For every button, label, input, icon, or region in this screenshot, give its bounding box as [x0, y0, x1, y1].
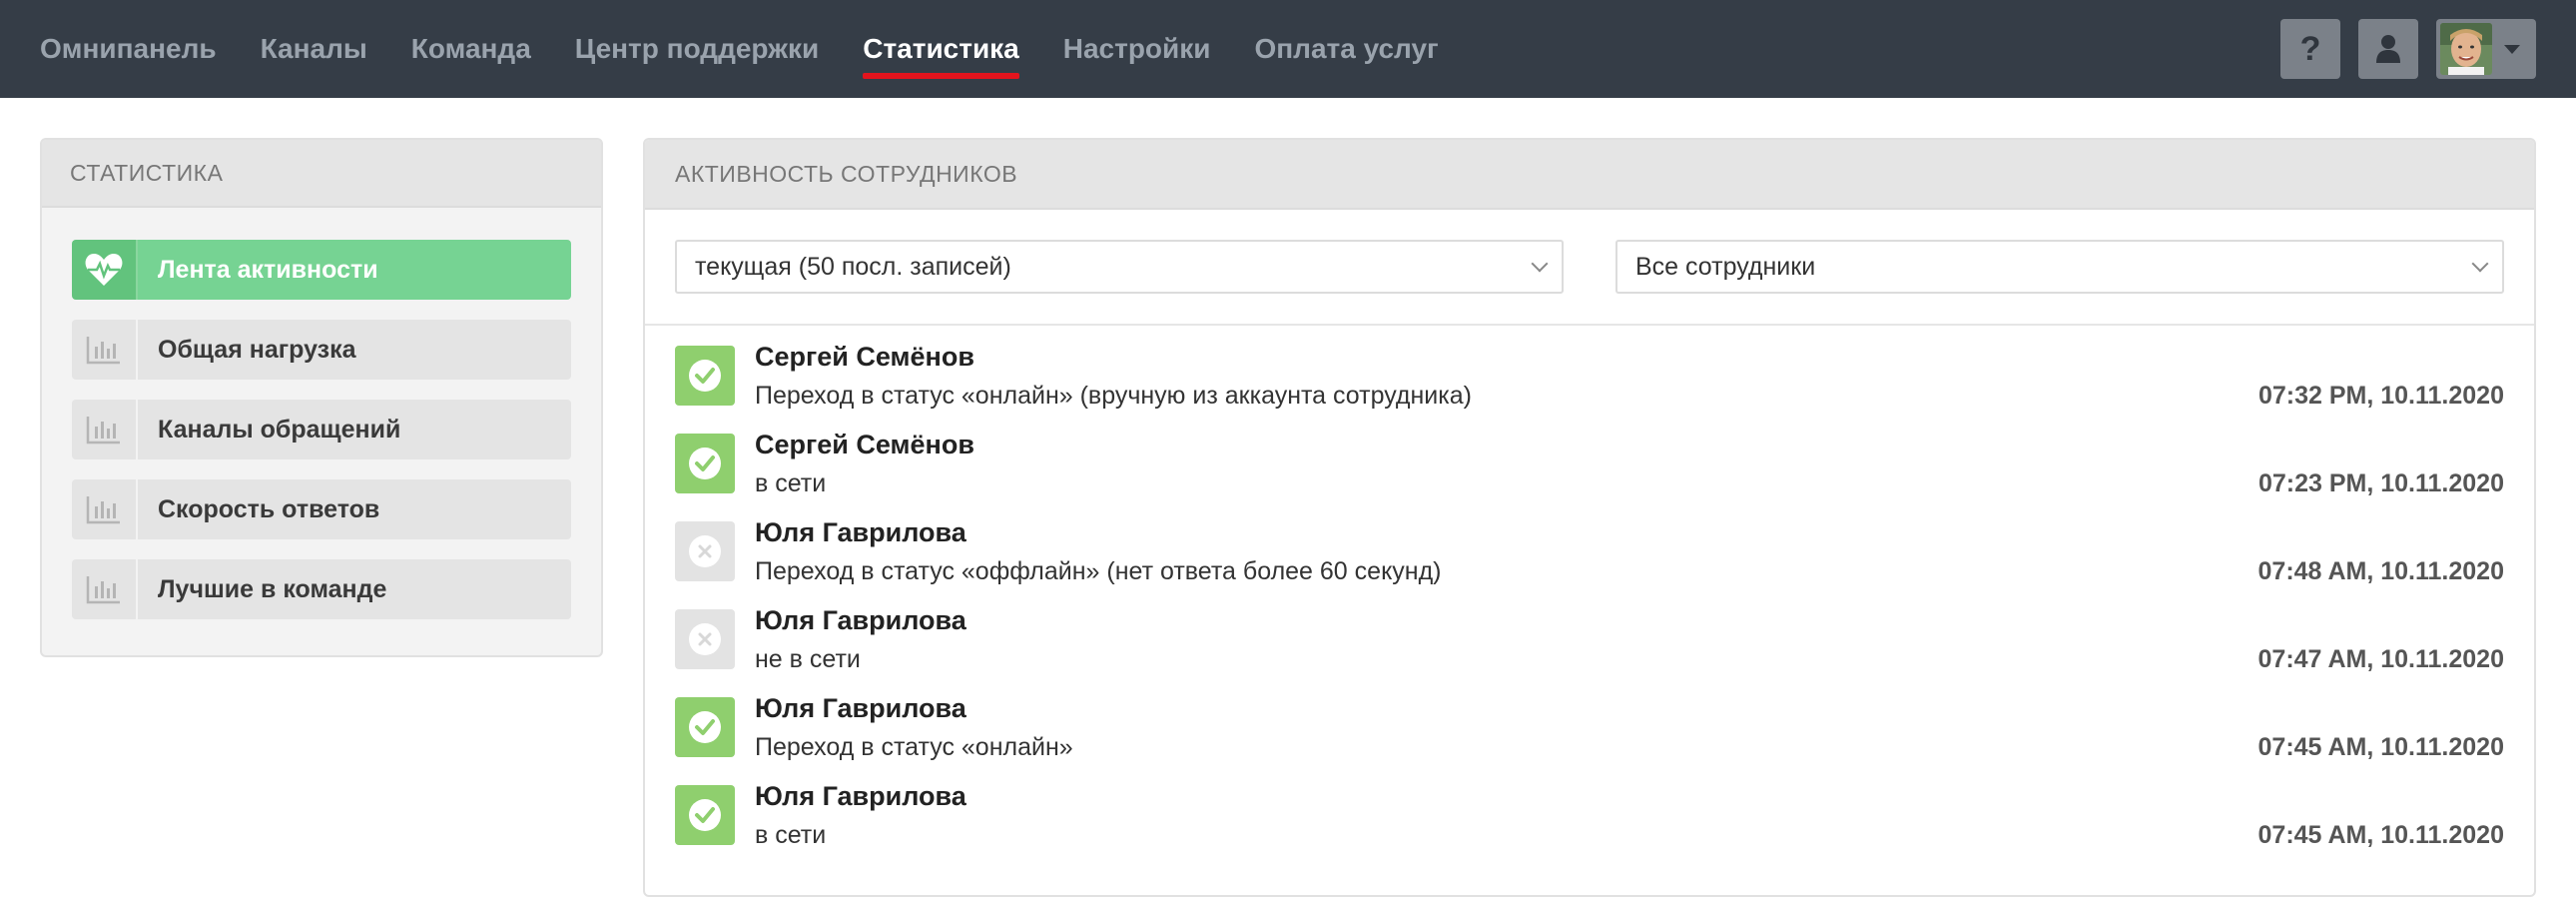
sidebar-item-label: Скорость ответов — [138, 479, 571, 539]
help-button[interactable]: ? — [2280, 19, 2340, 79]
sidebar-item-label: Общая нагрузка — [138, 320, 571, 380]
sidebar-item-total-load[interactable]: Общая нагрузка — [72, 320, 571, 380]
employee-name: Юля Гаврилова — [755, 693, 966, 723]
list-item: Сергей Семёнов в сети 07:23 PM, 10.11.20… — [675, 424, 2504, 511]
event-time: 07:45 AM, 10.11.2020 — [2257, 821, 2504, 849]
nav-item-statistics[interactable]: Статистика — [863, 33, 1019, 79]
top-navbar: Омнипанель Каналы Команда Центр поддержк… — [0, 0, 2576, 98]
sidebar-item-top-team[interactable]: Лучшие в команде — [72, 559, 571, 619]
filters: текущая (50 посл. записей) Все сотрудник… — [645, 210, 2534, 294]
employee-name: Юля Гаврилова — [755, 517, 966, 547]
nav-item-omnipanel[interactable]: Омнипанель — [40, 33, 217, 65]
x-circle-icon — [689, 535, 721, 567]
event-time: 07:32 PM, 10.11.2020 — [2257, 382, 2504, 410]
list-item: Юля Гаврилова Переход в статус «онлайн» … — [675, 687, 2504, 775]
employee-select[interactable]: Все сотрудники — [1615, 240, 2504, 294]
employee-name: Юля Гаврилова — [755, 781, 966, 811]
sidebar-title: СТАТИСТИКА — [42, 140, 601, 208]
panel-title: АКТИВНОСТЬ СОТРУДНИКОВ — [645, 140, 2534, 210]
chevron-down-icon — [2471, 255, 2489, 273]
event-description: Переход в статус «онлайн» (вручную из ак… — [755, 382, 1472, 410]
chevron-down-icon — [2504, 44, 2520, 54]
employee-select-value: Все сотрудники — [1635, 252, 1816, 281]
status-online-badge — [675, 346, 735, 406]
sidebar-item-label: Лучшие в команде — [138, 559, 571, 619]
sidebar-menu: Лента активности Общая нагрузка Каналы о… — [42, 208, 601, 619]
event-time: 07:23 PM, 10.11.2020 — [2257, 469, 2504, 497]
check-circle-icon — [689, 711, 721, 743]
nav-item-channels[interactable]: Каналы — [261, 33, 367, 65]
sidebar-item-label: Лента активности — [138, 240, 571, 300]
list-item: Юля Гаврилова не в сети 07:47 AM, 10.11.… — [675, 599, 2504, 687]
statistics-sidebar: СТАТИСТИКА Лента активности Общая нагруз… — [40, 138, 603, 657]
status-online-badge — [675, 434, 735, 493]
divider — [645, 324, 2534, 326]
chevron-down-icon — [1531, 255, 1549, 273]
sidebar-item-request-channels[interactable]: Каналы обращений — [72, 400, 571, 459]
status-offline-badge — [675, 521, 735, 581]
event-description: Переход в статус «онлайн» — [755, 733, 1073, 761]
main-nav: Омнипанель Каналы Команда Центр поддержк… — [40, 0, 1483, 98]
bar-chart-icon — [72, 479, 138, 539]
status-online-badge — [675, 785, 735, 845]
nav-item-settings[interactable]: Настройки — [1063, 33, 1211, 65]
check-circle-icon — [689, 799, 721, 831]
top-right-controls: ? — [2280, 19, 2536, 79]
list-item: Юля Гаврилова в сети 07:45 AM, 10.11.202… — [675, 775, 2504, 863]
nav-item-billing[interactable]: Оплата услуг — [1254, 33, 1438, 65]
nav-item-team[interactable]: Команда — [411, 33, 531, 65]
sidebar-item-activity-feed[interactable]: Лента активности — [72, 240, 571, 300]
sidebar-item-response-speed[interactable]: Скорость ответов — [72, 479, 571, 539]
list-item: Юля Гаврилова Переход в статус «оффлайн»… — [675, 511, 2504, 599]
bar-chart-icon — [72, 320, 138, 380]
profile-button[interactable] — [2358, 19, 2418, 79]
bar-chart-icon — [72, 400, 138, 459]
list-item: Сергей Семёнов Переход в статус «онлайн»… — [675, 336, 2504, 424]
period-select-value: текущая (50 посл. записей) — [695, 252, 1011, 281]
status-online-badge — [675, 697, 735, 757]
avatar — [2440, 23, 2492, 75]
event-description: в сети — [755, 821, 827, 849]
bar-chart-icon — [72, 559, 138, 619]
employee-activity-panel: АКТИВНОСТЬ СОТРУДНИКОВ текущая (50 посл.… — [643, 138, 2536, 897]
event-description: не в сети — [755, 645, 861, 673]
event-description: Переход в статус «оффлайн» (нет ответа б… — [755, 557, 1442, 585]
event-time: 07:47 AM, 10.11.2020 — [2257, 645, 2504, 673]
period-select[interactable]: текущая (50 посл. записей) — [675, 240, 1564, 294]
employee-name: Сергей Семёнов — [755, 342, 974, 372]
employee-name: Юля Гаврилова — [755, 605, 966, 635]
check-circle-icon — [689, 448, 721, 479]
status-offline-badge — [675, 609, 735, 669]
employee-name: Сергей Семёнов — [755, 430, 974, 459]
x-circle-icon — [689, 623, 721, 655]
event-time: 07:48 AM, 10.11.2020 — [2257, 557, 2504, 585]
event-description: в сети — [755, 469, 827, 497]
heartbeat-icon — [72, 240, 138, 300]
sidebar-item-label: Каналы обращений — [138, 400, 571, 459]
user-icon — [2376, 35, 2400, 63]
nav-item-support-center[interactable]: Центр поддержки — [575, 33, 819, 65]
check-circle-icon — [689, 360, 721, 392]
account-menu-button[interactable] — [2436, 19, 2536, 79]
event-time: 07:45 AM, 10.11.2020 — [2257, 733, 2504, 761]
activity-feed: Сергей Семёнов Переход в статус «онлайн»… — [675, 336, 2504, 863]
question-icon: ? — [2299, 29, 2321, 68]
